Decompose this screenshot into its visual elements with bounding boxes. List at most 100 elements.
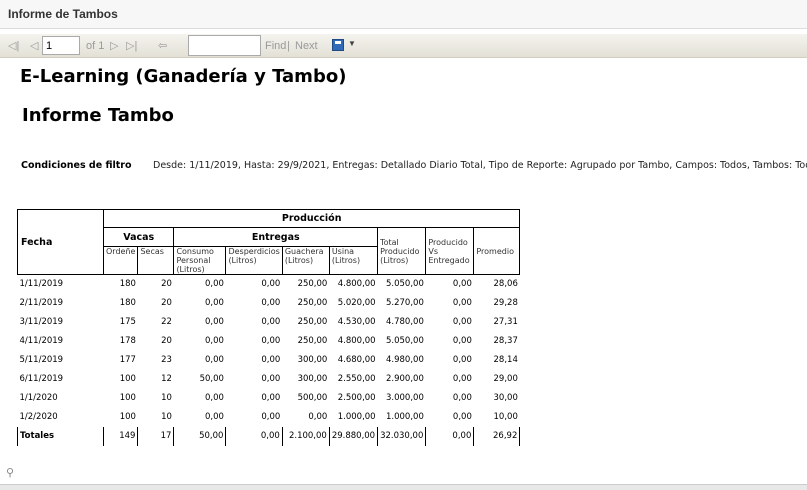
producido-vs-entregado-header: Producido Vs Entregado	[425, 227, 475, 275]
cell-consumo: 50,00	[199, 374, 224, 384]
cell-promedio: 30,00	[493, 393, 518, 403]
table-row: 6/11/2019 100 12 50,00 0,00 300,00 2.550,00 2.9…	[18, 370, 520, 389]
cell-guachera: 250,00	[297, 336, 328, 346]
cell-desperdicios: 0,00	[261, 317, 281, 327]
cell-consumo: 0,00	[205, 412, 224, 422]
cell-vs: 0,00	[452, 336, 472, 346]
cell-vs: 0,00	[452, 374, 472, 384]
cell-guachera: 250,00	[297, 279, 328, 290]
cell-total: 4.780,00	[386, 317, 424, 327]
cell-usina: 2.500,00	[337, 393, 376, 403]
export-dropdown-caret-icon[interactable]: ▼	[348, 39, 356, 48]
totals-secas: 17	[137, 426, 175, 446]
report-title: E-Learning (Ganadería y Tambo)	[20, 66, 347, 87]
cell-ordene: 177	[119, 355, 136, 365]
totals-row: Totales 149 17 50,00 0,00 2.100,00 29.88…	[17, 426, 521, 446]
cell-vs: 0,00	[452, 317, 472, 327]
cell-usina: 4.800,00	[337, 336, 376, 346]
totals-usina: 29.880,00	[328, 426, 379, 446]
cell-promedio: 28,06	[493, 279, 518, 290]
cell-fecha: 3/11/2019	[19, 317, 64, 327]
cell-secas: 22	[161, 317, 172, 327]
cell-guachera: 0,00	[308, 412, 328, 422]
window-title: Informe de Tambos	[0, 0, 807, 29]
find-link[interactable]: Find	[265, 39, 286, 53]
cell-desperdicios: 0,00	[261, 298, 281, 308]
cell-desperdicios: 0,00	[261, 374, 281, 384]
next-page-button[interactable]: ▷	[110, 39, 118, 53]
cell-desperdicios: 0,00	[261, 393, 281, 403]
table-row: 4/11/2019 178 20 0,00 0,00 250,00 4.800,00 5.05…	[18, 332, 520, 351]
cell-guachera: 300,00	[297, 355, 328, 365]
cell-secas: 20	[161, 336, 172, 346]
cell-total: 4.980,00	[386, 355, 424, 365]
filter-conditions-text: Desde: 1/11/2019, Hasta: 29/9/2021, Entr…	[153, 160, 807, 171]
cell-desperdicios: 0,00	[261, 279, 281, 290]
cell-consumo: 0,00	[205, 317, 224, 327]
cell-total: 5.270,00	[386, 298, 424, 308]
cell-ordene: 178	[119, 336, 136, 346]
cell-vs: 0,00	[452, 393, 472, 403]
cell-vs: 0,00	[452, 412, 472, 422]
cell-guachera: 300,00	[297, 374, 328, 384]
cell-consumo: 0,00	[205, 355, 224, 365]
cell-consumo: 0,00	[205, 279, 224, 290]
cell-usina: 4.530,00	[337, 317, 376, 327]
cell-secas: 12	[161, 374, 172, 384]
cell-total: 2.900,00	[386, 374, 424, 384]
last-page-button[interactable]: ▷|	[126, 39, 137, 53]
toolbar-separator: |	[287, 40, 290, 52]
cell-guachera: 500,00	[297, 393, 328, 403]
cell-ordene: 175	[119, 317, 136, 327]
cell-usina: 4.800,00	[337, 279, 376, 290]
cell-desperdicios: 0,00	[261, 412, 281, 422]
cell-promedio: 29,00	[493, 374, 518, 384]
find-next-link[interactable]: Next	[295, 39, 318, 53]
secas-header: Secas	[137, 246, 175, 275]
cell-consumo: 0,00	[205, 393, 224, 403]
horizontal-scrollbar[interactable]	[0, 484, 807, 490]
produccion-header: Producción	[102, 209, 521, 228]
fecha-header: Fecha	[17, 209, 104, 275]
cell-secas: 20	[161, 298, 172, 308]
report-toolbar: ◁| ◁ of 1 ▷ ▷| ⇦ Find | Next ▼	[0, 34, 807, 58]
find-text-input[interactable]	[188, 35, 261, 56]
total-producido-header: Total Producido (Litros)	[377, 227, 427, 275]
cell-promedio: 27,31	[493, 317, 518, 327]
save-disk-icon[interactable]	[332, 39, 344, 51]
totals-guachera: 2.100,00	[281, 426, 330, 446]
cell-guachera: 250,00	[297, 298, 328, 308]
previous-page-button[interactable]: ◁	[30, 39, 38, 53]
cell-ordene: 180	[119, 279, 136, 290]
cell-secas: 10	[161, 412, 172, 422]
cell-secas: 23	[161, 355, 172, 365]
first-page-button[interactable]: ◁|	[8, 39, 19, 53]
back-to-parent-button[interactable]: ⇦	[158, 39, 167, 53]
cell-promedio: 29,28	[493, 298, 518, 308]
cell-ordene: 100	[119, 412, 136, 422]
cell-secas: 10	[161, 393, 172, 403]
ordene-header: Ordeñe	[102, 246, 139, 275]
cell-total: 5.050,00	[386, 279, 424, 290]
cell-total: 1.000,00	[386, 412, 424, 422]
cell-usina: 4.680,00	[337, 355, 376, 365]
cell-secas: 20	[161, 279, 172, 290]
page-number-input[interactable]	[42, 36, 80, 55]
cell-ordene: 180	[119, 298, 136, 308]
report-subtitle: Informe Tambo	[22, 105, 174, 126]
cell-desperdicios: 0,00	[261, 336, 281, 346]
totals-vs: 0,00	[425, 426, 475, 446]
cell-consumo: 0,00	[205, 298, 224, 308]
cell-ordene: 100	[119, 374, 136, 384]
cell-fecha: 5/11/2019	[19, 355, 64, 365]
table-row: 5/11/2019 177 23 0,00 0,00 300,00 4.680,00 4.98…	[18, 351, 520, 370]
vacas-header: Vacas	[102, 227, 175, 247]
cell-desperdicios: 0,00	[261, 355, 281, 365]
cell-usina: 1.000,00	[337, 412, 376, 422]
table-row: 2/11/2019 180 20 0,00 0,00 250,00 5.020,00 5.27…	[18, 294, 520, 313]
consumo-header: Consumo Personal (Litros)	[173, 246, 227, 275]
cell-fecha: 1/1/2020	[19, 393, 58, 403]
cell-promedio: 28,37	[493, 336, 518, 346]
cell-vs: 0,00	[452, 279, 472, 290]
totals-desperdicios: 0,00	[225, 426, 283, 446]
